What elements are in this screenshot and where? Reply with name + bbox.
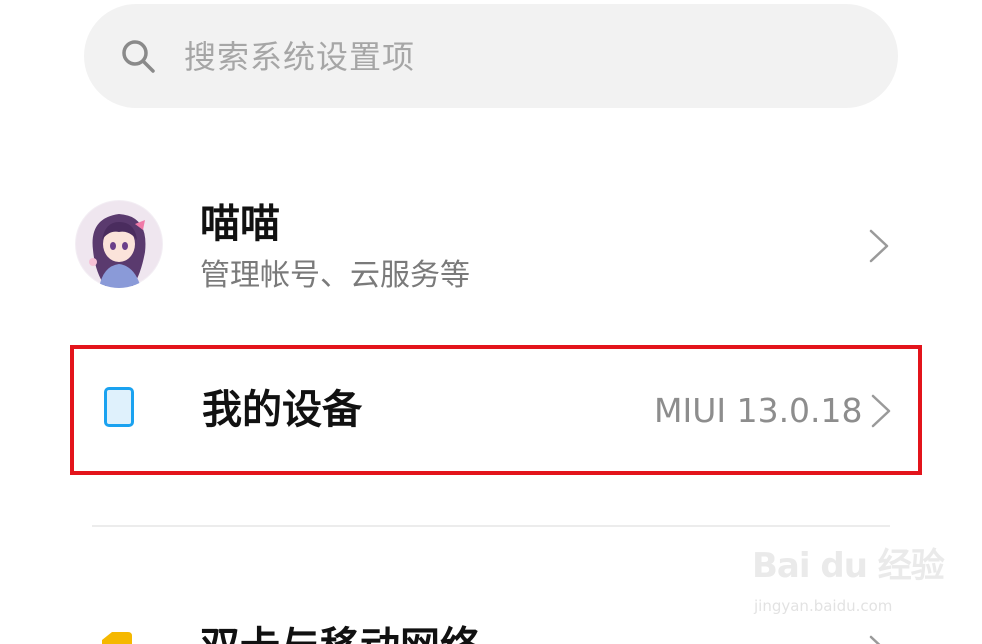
avatar[interactable] <box>75 200 163 288</box>
chevron-right-icon <box>871 394 891 428</box>
section-divider <box>92 525 890 527</box>
chevron-right-icon <box>869 635 881 644</box>
device-version: MIUI 13.0.18 <box>654 391 863 430</box>
sim-title: 双卡与移动网络 <box>200 622 480 644</box>
sim-card-icon <box>102 632 132 644</box>
account-subtitle: 管理帐号、云服务等 <box>200 258 470 293</box>
account-row[interactable]: 喵喵 管理帐号、云服务等 <box>0 184 982 304</box>
device-title: 我的设备 <box>202 387 362 433</box>
search-icon <box>122 40 155 73</box>
settings-screen: 搜索系统设置项 喵喵 管理帐号、云服务等 我的设备 MIUI 13.0.18 B… <box>0 0 982 644</box>
my-device-row[interactable]: 我的设备 MIUI 13.0.18 <box>70 345 922 475</box>
avatar-image <box>75 200 163 288</box>
watermark: Bai du 经验 jingyan.baidu.com <box>752 538 952 628</box>
account-name: 喵喵 <box>200 201 280 247</box>
device-icon <box>104 387 134 427</box>
chevron-right-icon <box>869 229 889 263</box>
watermark-logo: Bai du 经验 <box>752 546 945 586</box>
watermark-url: jingyan.baidu.com <box>754 597 893 615</box>
search-placeholder[interactable]: 搜索系统设置项 <box>184 36 415 78</box>
